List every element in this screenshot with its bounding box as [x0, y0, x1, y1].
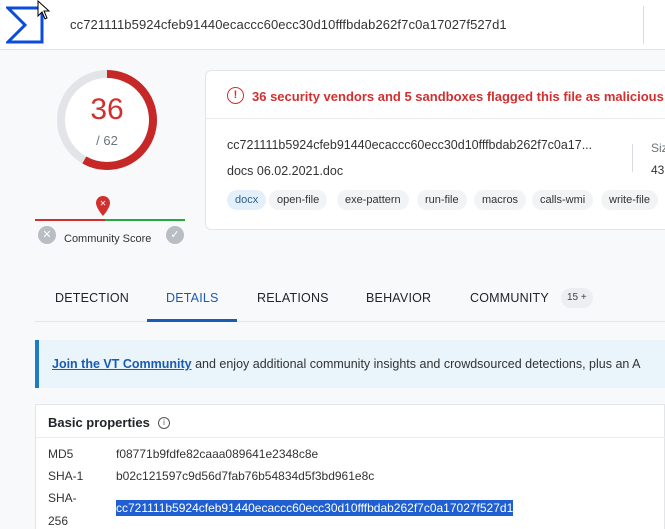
prop-value-sha256[interactable]: cc721111b5924cfeb91440ecaccc60ecc30d10ff…: [116, 500, 514, 516]
prop-key-md5: MD5: [48, 447, 74, 461]
tab-behavior[interactable]: BEHAVIOR: [366, 291, 431, 305]
file-summary-card: ! 36 security vendors and 5 sandboxes fl…: [205, 70, 665, 230]
community-bar-positive: [105, 219, 185, 221]
tag-write-file[interactable]: write-file: [601, 190, 658, 210]
join-community-link[interactable]: Join the VT Community: [52, 357, 192, 371]
banner-description: and enjoy additional community insights …: [191, 357, 641, 371]
tag-open-file[interactable]: open-file: [269, 190, 328, 210]
score-positives: 36: [90, 93, 124, 126]
size-value: 43: [651, 163, 665, 177]
tag-run-file[interactable]: run-file: [417, 190, 467, 210]
size-label: Siz: [651, 141, 665, 155]
malicious-alert: ! 36 security vendors and 5 sandboxes fl…: [206, 71, 665, 119]
score-total: / 62: [96, 133, 118, 148]
mouse-cursor-icon: [37, 0, 51, 20]
vote-up-icon[interactable]: ✓: [166, 226, 184, 244]
tag-macros[interactable]: macros: [474, 190, 527, 210]
props-divider: [36, 437, 665, 438]
location-pin-icon: ✕: [96, 196, 110, 216]
card-divider: [632, 144, 633, 172]
prop-key-sha256: SHA-: [48, 491, 77, 505]
topbar-divider: [643, 6, 644, 44]
tab-details[interactable]: DETAILS: [166, 291, 219, 305]
prop-value-sha1[interactable]: b02c121597c9d56d7fab76b54834d5f3bd961e8c: [116, 469, 374, 483]
banner-text: Join the VT Community and enjoy addition…: [52, 357, 640, 371]
info-icon[interactable]: i: [158, 417, 170, 429]
tab-relations[interactable]: RELATIONS: [257, 291, 329, 305]
alert-text: 36 security vendors and 5 sandboxes flag…: [252, 89, 664, 104]
alert-icon: !: [227, 87, 244, 104]
basic-properties-panel: Basic properties i MD5 f08771b9fdfe82caa…: [35, 404, 665, 529]
detection-score-gauge: 36 / 62: [55, 68, 159, 172]
prop-key-sha256-suffix: 256: [48, 514, 69, 528]
report-tabs: DETECTION DETAILS RELATIONS BEHAVIOR COM…: [35, 276, 665, 322]
community-banner: Join the VT Community and enjoy addition…: [35, 340, 665, 388]
community-score-label: Community Score: [64, 233, 152, 245]
top-bar: cc721111b5924cfeb91440ecaccc60ecc30d10ff…: [0, 0, 665, 50]
search-query[interactable]: cc721111b5924cfeb91440ecaccc60ecc30d10ff…: [70, 17, 507, 32]
svg-text:✕: ✕: [100, 199, 107, 208]
tag-exe-pattern[interactable]: exe-pattern: [337, 190, 409, 210]
vote-down-icon[interactable]: ✕: [38, 226, 56, 244]
prop-key-sha1: SHA-1: [48, 469, 84, 483]
active-tab-indicator: [147, 319, 237, 322]
prop-value-md5[interactable]: f08771b9fdfe82caaa089641e2348c8e: [116, 447, 318, 461]
basic-properties-title: Basic properties: [48, 415, 150, 430]
community-score-bar: [35, 219, 185, 221]
community-count-badge: 15 +: [561, 288, 593, 308]
tab-community[interactable]: COMMUNITY: [470, 291, 549, 305]
community-bar-negative: [35, 219, 105, 221]
tag-docx[interactable]: docx: [227, 190, 267, 210]
file-name: docs 06.02.2021.doc: [227, 164, 344, 178]
tag-calls-wmi[interactable]: calls-wmi: [532, 190, 594, 210]
file-hash[interactable]: cc721111b5924cfeb91440ecaccc60ecc30d10ff…: [227, 138, 592, 152]
tab-detection[interactable]: DETECTION: [55, 291, 129, 305]
